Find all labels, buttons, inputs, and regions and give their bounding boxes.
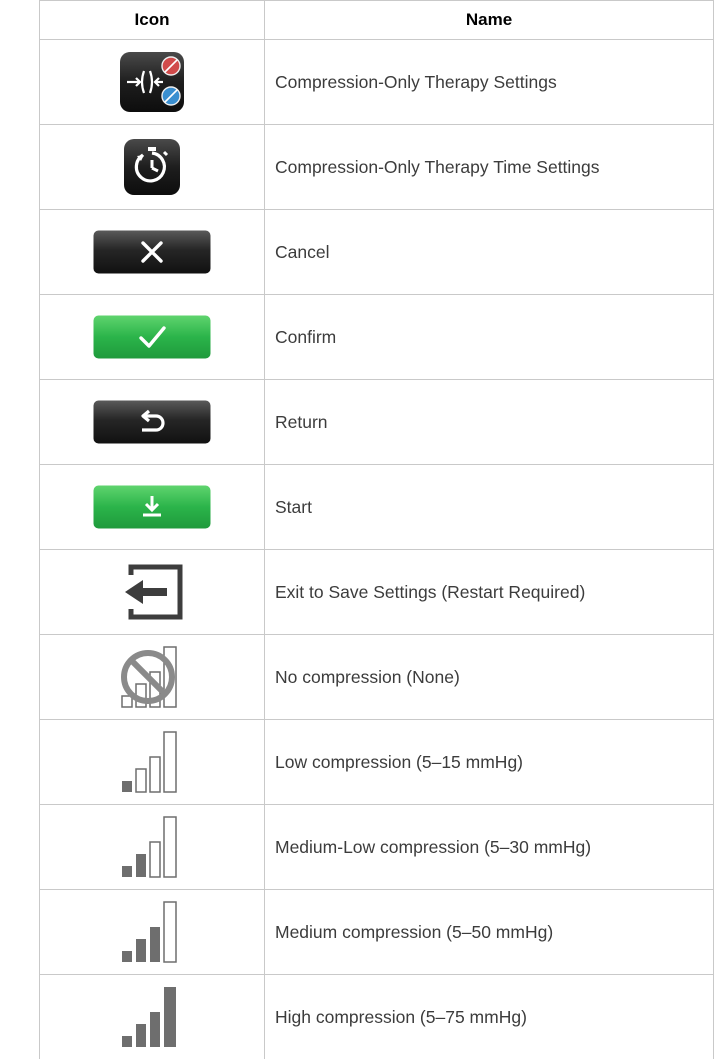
icon-cell — [39, 634, 265, 720]
name-cell: Confirm — [264, 294, 714, 380]
name-cell: Low compression (5–15 mmHg) — [264, 719, 714, 805]
medium-compression-bars-icon — [118, 898, 186, 966]
compression-therapy-settings-icon — [119, 51, 185, 113]
icon-cell — [39, 974, 265, 1059]
name-cell: Medium-Low compression (5–30 mmHg) — [264, 804, 714, 890]
icon-cell — [39, 889, 265, 975]
table-row: Medium-Low compression (5–30 mmHg) — [39, 804, 714, 890]
compression-bar — [136, 939, 146, 962]
return-arrow-icon — [93, 400, 211, 444]
compression-bar — [135, 768, 147, 793]
medium-low-compression-bars-icon — [118, 813, 186, 881]
icon-cell — [39, 379, 265, 465]
name-column-header: Name — [264, 0, 714, 40]
compression-bar — [150, 1012, 160, 1047]
table-row: Low compression (5–15 mmHg) — [39, 719, 714, 805]
compression-bar — [122, 866, 132, 877]
name-cell: Compression-Only Therapy Settings — [264, 39, 714, 125]
low-compression-bars-icon — [118, 728, 186, 796]
icon-cell — [39, 719, 265, 805]
compression-bar — [163, 731, 177, 793]
cancel-x-icon — [93, 230, 211, 274]
compression-bar — [122, 781, 132, 792]
compression-bar — [163, 901, 177, 963]
name-cell: Exit to Save Settings (Restart Required) — [264, 549, 714, 635]
icon-cell — [39, 39, 265, 125]
name-cell: Start — [264, 464, 714, 550]
icon-cell — [39, 804, 265, 890]
compression-bar — [136, 1024, 146, 1047]
icon-cell — [39, 549, 265, 635]
compression-bar — [164, 987, 176, 1047]
table-header-row: Icon Name — [39, 0, 714, 40]
exit-door-arrow-icon — [119, 562, 185, 622]
compression-bar — [163, 816, 177, 878]
table-row: Cancel — [39, 209, 714, 295]
table-row: Compression-Only Therapy Settings — [39, 39, 714, 125]
name-cell: Return — [264, 379, 714, 465]
compression-bar — [121, 695, 133, 708]
compression-bar — [122, 1036, 132, 1047]
high-compression-bars-icon — [118, 983, 186, 1051]
icon-cell — [39, 464, 265, 550]
compression-bar — [122, 951, 132, 962]
name-cell: Medium compression (5–50 mmHg) — [264, 889, 714, 975]
name-cell: Compression-Only Therapy Time Settings — [264, 124, 714, 210]
table-row: Return — [39, 379, 714, 465]
table-row: No compression (None) — [39, 634, 714, 720]
name-cell: High compression (5–75 mmHg) — [264, 974, 714, 1059]
compression-bar — [149, 756, 161, 793]
compression-bar — [150, 927, 160, 962]
table-row: Compression-Only Therapy Time Settings — [39, 124, 714, 210]
name-cell: Cancel — [264, 209, 714, 295]
table-row: Start — [39, 464, 714, 550]
confirm-check-icon — [93, 315, 211, 359]
icon-legend-table: Icon Name Compression-Only Therapy Setti… — [39, 0, 714, 1059]
start-download-icon — [93, 485, 211, 529]
icon-column-header: Icon — [39, 0, 265, 40]
table-row: Medium compression (5–50 mmHg) — [39, 889, 714, 975]
icon-cell — [39, 209, 265, 295]
compression-bar — [149, 841, 161, 878]
stopwatch-time-settings-icon — [123, 138, 181, 196]
icon-cell — [39, 294, 265, 380]
no-compression-bars-icon — [118, 643, 186, 711]
name-cell: No compression (None) — [264, 634, 714, 720]
icon-cell — [39, 124, 265, 210]
compression-bar — [136, 854, 146, 877]
table-row: Confirm — [39, 294, 714, 380]
table-row: High compression (5–75 mmHg) — [39, 974, 714, 1059]
table-row: Exit to Save Settings (Restart Required) — [39, 549, 714, 635]
